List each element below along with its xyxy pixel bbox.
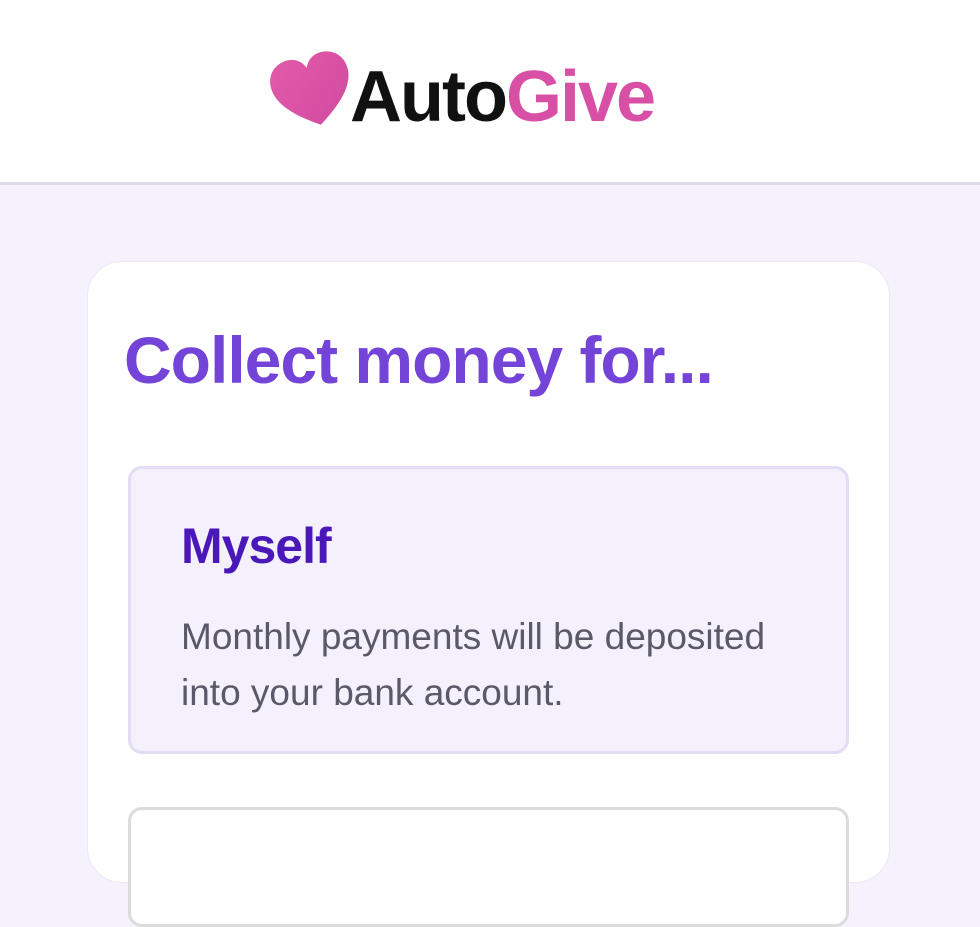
option-myself[interactable]: Myself Monthly payments will be deposite… xyxy=(128,466,849,754)
option-description: Monthly payments will be deposited into … xyxy=(181,616,766,713)
option-title: Myself xyxy=(181,518,332,574)
brand-logo[interactable]: AutoGive xyxy=(270,48,656,138)
brand-name-part2: Give xyxy=(505,57,656,137)
collect-card: Collect money for... Myself Monthly paym… xyxy=(88,262,889,927)
option-next[interactable] xyxy=(128,807,849,927)
brand-name: AutoGive xyxy=(350,61,656,133)
app-header: AutoGive xyxy=(0,0,980,185)
heart-icon xyxy=(270,51,349,125)
page-title: Collect money for... xyxy=(124,323,714,397)
brand-name-part1: Auto xyxy=(350,57,508,137)
